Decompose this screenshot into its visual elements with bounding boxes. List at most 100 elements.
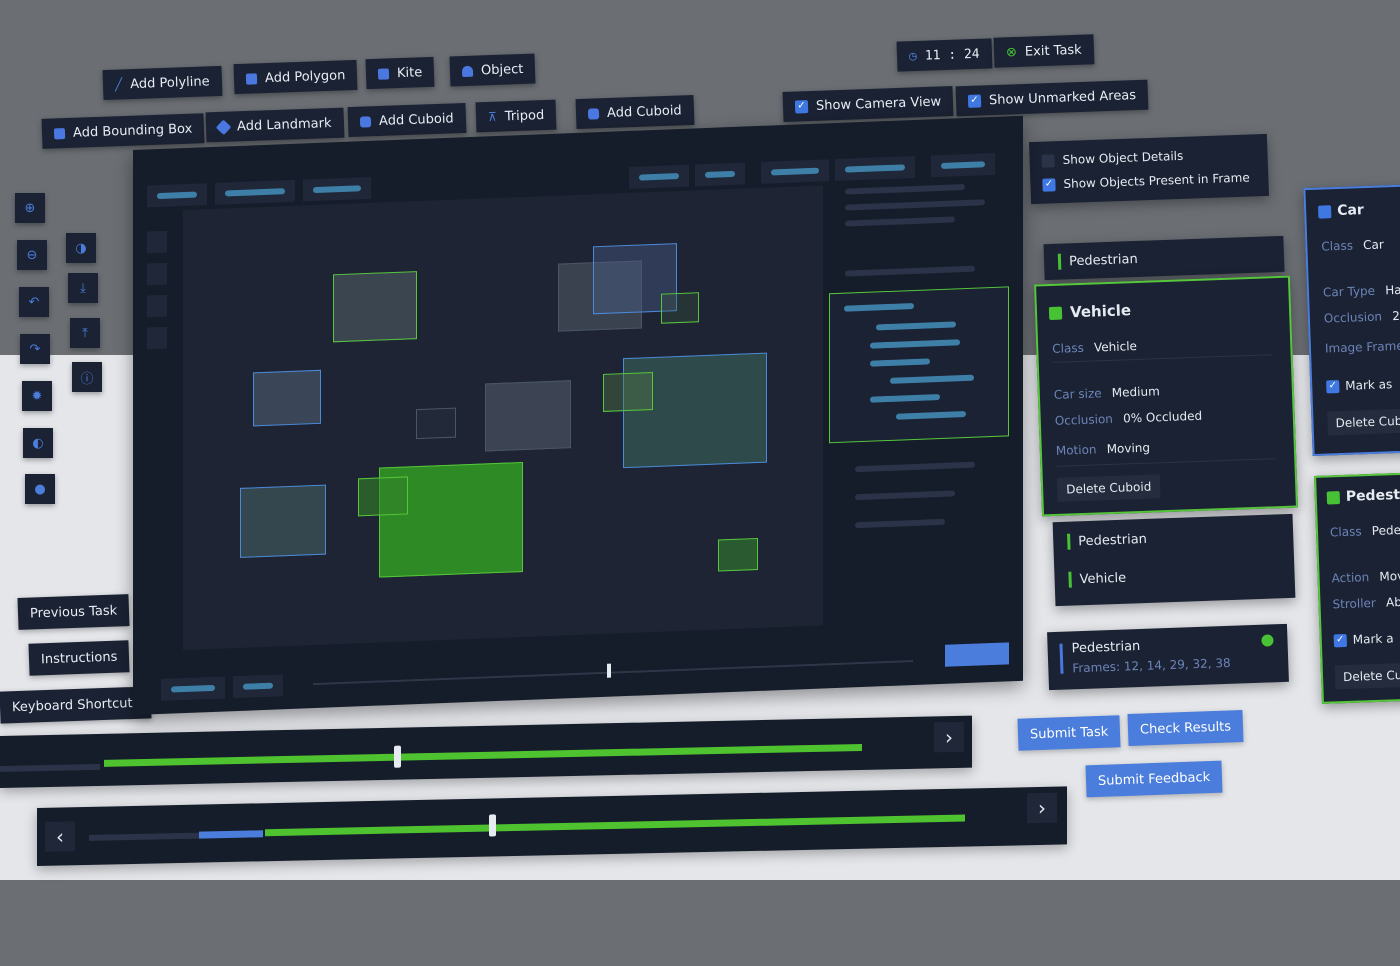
add-landmark-button[interactable]: Add Landmark xyxy=(205,107,344,143)
bounding-box[interactable] xyxy=(661,292,699,324)
submit-feedback-button[interactable]: Submit Feedback xyxy=(1085,760,1223,798)
object-list-item-pedestrian[interactable]: Pedestrian xyxy=(1067,531,1147,550)
annotation-editor xyxy=(133,115,1023,716)
checkbox-checked-icon[interactable]: ✓ xyxy=(967,93,982,108)
timeline-segment-green[interactable] xyxy=(265,814,965,837)
chevron-left-icon[interactable]: ‹ xyxy=(45,821,75,852)
editor-tab[interactable] xyxy=(629,164,689,189)
exit-task-button[interactable]: ⊗ Exit Task xyxy=(993,34,1095,68)
vehicle-detail-card: Vehicle Class Vehicle Car size Medium Oc… xyxy=(1034,275,1298,517)
object-icon xyxy=(461,65,474,77)
pedestrian-color-icon xyxy=(1326,490,1341,505)
editor-side-dot[interactable] xyxy=(147,262,167,286)
bounding-box[interactable] xyxy=(485,380,571,452)
editor-tab[interactable] xyxy=(215,179,295,205)
editor-side-dot[interactable] xyxy=(147,326,167,350)
checkbox-unchecked-icon[interactable] xyxy=(1041,153,1055,168)
chevron-right-icon[interactable]: › xyxy=(934,721,964,753)
delete-cuboid-button[interactable]: Delete Cub xyxy=(1327,408,1400,436)
editor-side-dot[interactable] xyxy=(147,294,167,318)
vehicle-color-icon xyxy=(1048,306,1063,320)
object-list-item-pedestrian[interactable]: Pedestrian xyxy=(1043,235,1285,281)
show-unmarked-areas-toggle[interactable]: ✓ Show Unmarked Areas xyxy=(955,79,1149,117)
chevron-right-icon[interactable]: › xyxy=(1027,792,1057,824)
submit-task-button[interactable]: Submit Task xyxy=(1017,715,1121,751)
check-results-button[interactable]: Check Results xyxy=(1127,710,1244,746)
bounding-box[interactable] xyxy=(358,476,408,517)
zoom-out-icon[interactable]: ⊖ xyxy=(17,240,47,270)
undo-icon[interactable]: ↶ xyxy=(19,287,49,317)
bounding-box[interactable] xyxy=(603,372,653,412)
settings-icon[interactable]: ● xyxy=(25,474,55,504)
contrast-toggle-icon[interactable]: ◑ xyxy=(66,233,96,263)
add-bounding-box-button[interactable]: Add Bounding Box xyxy=(41,113,205,149)
mark-as-checkbox[interactable]: ✓ Mark as xyxy=(1326,377,1393,393)
tripod-icon: ⊼ xyxy=(487,109,498,124)
show-object-details-option[interactable]: Show Object Details xyxy=(1041,149,1184,168)
bounding-box-icon xyxy=(53,127,66,139)
checkbox-checked-icon[interactable]: ✓ xyxy=(794,99,809,114)
download-icon[interactable]: ⤓ xyxy=(68,273,98,303)
upload-icon[interactable]: ⤒ xyxy=(70,318,100,348)
editor-tab[interactable] xyxy=(695,162,745,187)
editor-tab[interactable] xyxy=(931,152,995,178)
bounding-box[interactable] xyxy=(333,271,417,343)
timeline-handle[interactable] xyxy=(394,745,401,768)
checkbox-checked-icon[interactable]: ✓ xyxy=(1333,633,1348,647)
editor-scrubber[interactable] xyxy=(313,660,913,686)
car-detail-card: Car Class Car Car Type Ha Occlusion 20 I… xyxy=(1303,183,1400,457)
bounding-box[interactable] xyxy=(253,369,321,427)
zoom-in-icon[interactable]: ⊕ xyxy=(15,193,45,223)
instructions-button[interactable]: Instructions xyxy=(28,640,130,676)
contrast-icon[interactable]: ◐ xyxy=(23,428,53,458)
bounding-box[interactable] xyxy=(718,537,758,572)
editor-side-dot[interactable] xyxy=(147,230,167,254)
add-cuboid-button[interactable]: Add Cuboid xyxy=(347,102,467,138)
delete-cuboid-button[interactable]: Delete Cuboid xyxy=(1056,474,1161,502)
show-camera-view-toggle[interactable]: ✓ Show Camera View xyxy=(782,86,954,122)
redo-icon[interactable]: ↷ xyxy=(20,334,50,364)
add-polygon-button[interactable]: Add Polygon xyxy=(233,59,358,95)
pedestrian-frames-card[interactable]: Pedestrian Frames: 12, 14, 29, 32, 38 xyxy=(1047,623,1289,691)
brightness-icon[interactable]: ✹ xyxy=(22,381,52,411)
bounding-box[interactable] xyxy=(623,352,767,469)
bounding-box[interactable] xyxy=(240,484,326,558)
status-dot-icon xyxy=(1261,634,1274,647)
status-bar xyxy=(1068,571,1072,588)
delete-cuboid-button[interactable]: Delete Cu xyxy=(1334,662,1400,690)
annotation-canvas[interactable] xyxy=(183,185,823,651)
mark-as-checkbox[interactable]: ✓ Mark a xyxy=(1333,631,1394,647)
status-bar xyxy=(1057,253,1062,270)
background-bottom xyxy=(0,880,1400,966)
checkbox-checked-icon[interactable]: ✓ xyxy=(1326,379,1340,393)
editor-tab[interactable] xyxy=(303,176,371,202)
keyboard-shortcuts-button[interactable]: Keyboard Shortcuts xyxy=(0,686,152,724)
editor-tab[interactable] xyxy=(761,159,829,184)
show-objects-present-option[interactable]: ✓ Show Objects Present in Frame xyxy=(1042,170,1250,192)
editor-primary-button[interactable] xyxy=(945,642,1009,667)
selected-object-preview[interactable] xyxy=(829,286,1009,444)
editor-bottom-tab[interactable] xyxy=(233,674,283,699)
add-polyline-button[interactable]: ╱ Add Polyline xyxy=(102,65,223,101)
timeline-segment-blue[interactable] xyxy=(199,830,263,839)
previous-task-button[interactable]: Previous Task xyxy=(17,594,130,630)
kite-button[interactable]: Kite xyxy=(365,56,435,90)
clock-icon: ◷ xyxy=(908,48,918,64)
pedestrian-detail-card: Pedestr Class Pede Action Mov Stroller A… xyxy=(1314,472,1400,704)
editor-bottom-tab[interactable] xyxy=(161,676,225,701)
exit-icon: ⊗ xyxy=(1005,44,1018,60)
editor-scrubber-handle[interactable] xyxy=(607,663,611,678)
cuboid-icon xyxy=(587,107,600,120)
timeline-handle[interactable] xyxy=(489,814,496,837)
editor-tab[interactable] xyxy=(147,183,207,208)
checkbox-checked-icon[interactable]: ✓ xyxy=(1042,177,1056,192)
editor-tab[interactable] xyxy=(835,155,915,182)
timer-badge: ◷ 11 : 24 xyxy=(896,38,993,72)
object-button[interactable]: Object xyxy=(449,53,536,87)
timeline-range[interactable] xyxy=(104,743,862,767)
bounding-box[interactable] xyxy=(416,407,456,440)
add-cuboid-button-2[interactable]: Add Cuboid xyxy=(575,94,695,130)
object-list-item-vehicle[interactable]: Vehicle xyxy=(1068,570,1126,588)
tripod-button[interactable]: ⊼ Tripod xyxy=(475,99,557,133)
info-icon[interactable]: ⓘ xyxy=(72,362,102,392)
